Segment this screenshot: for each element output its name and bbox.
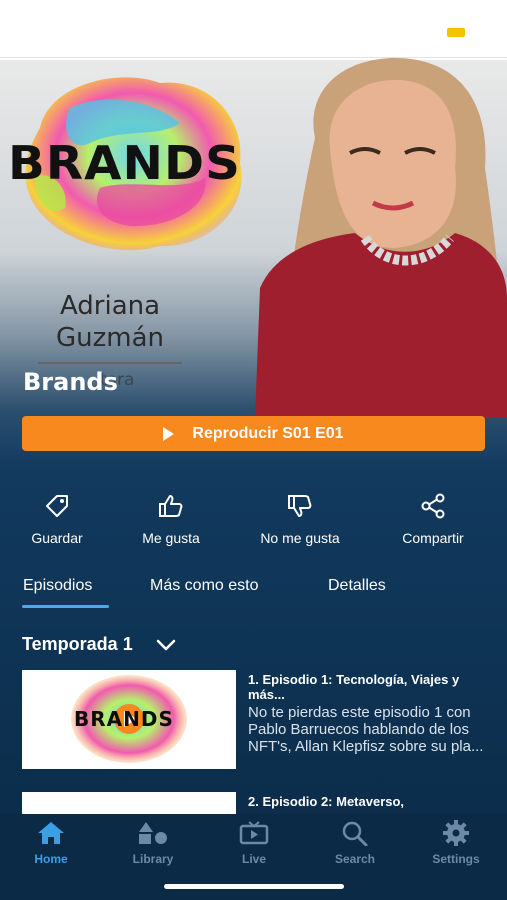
hero-banner: BRANDS Adriana Guzmán tora Brands <box>0 58 507 418</box>
tab-active-indicator <box>22 605 109 608</box>
tab-bar: Episodios Más como esto Detalles <box>0 575 507 615</box>
home-indicator[interactable] <box>164 884 344 889</box>
host-name-block: Adriana Guzmán <box>20 290 200 364</box>
nav-settings[interactable]: Settings <box>416 820 496 866</box>
episode-thumbnail-wordmark: BRANDS <box>74 707 174 731</box>
logo-wordmark: BRANDS <box>8 136 242 190</box>
save-label: Guardar <box>31 530 83 546</box>
divider <box>38 362 182 364</box>
nav-live[interactable]: Live <box>214 820 294 866</box>
nav-search-label: Search <box>334 852 376 866</box>
status-bar <box>0 0 507 58</box>
tab-details[interactable]: Detalles <box>328 577 386 595</box>
play-button[interactable]: Reproducir S01 E01 <box>22 416 485 451</box>
save-button[interactable]: Guardar <box>2 492 112 546</box>
nav-live-label: Live <box>241 852 266 866</box>
play-button-label: Reproducir S01 E01 <box>192 424 344 442</box>
app-screen: BRANDS Adriana Guzmán tora Brands Reprod… <box>0 0 507 900</box>
home-icon <box>38 822 64 844</box>
episode-title: 2. Episodio 2: Metaverso, <box>248 794 405 809</box>
nav-search[interactable]: Search <box>315 820 395 866</box>
search-icon <box>342 821 368 846</box>
tab-episodes[interactable]: Episodios <box>23 577 92 595</box>
nav-home[interactable]: Home <box>11 820 91 866</box>
show-title: Brands <box>23 368 118 396</box>
like-button[interactable]: Me gusta <box>116 492 226 546</box>
battery-icon <box>447 28 465 37</box>
tab-more-like-this[interactable]: Más como esto <box>150 577 258 595</box>
host-name-last: Guzmán <box>55 323 164 353</box>
episode-thumbnail[interactable] <box>22 792 236 814</box>
thumbs-up-icon <box>159 495 183 517</box>
nav-library[interactable]: Library <box>113 820 193 866</box>
tv-icon <box>239 821 269 845</box>
like-label: Me gusta <box>142 530 200 546</box>
nav-library-label: Library <box>132 852 174 866</box>
gear-icon <box>443 820 469 846</box>
nav-settings-label: Settings <box>432 852 480 866</box>
share-button[interactable]: Compartir <box>378 492 488 546</box>
dislike-label: No me gusta <box>260 530 340 546</box>
action-row: Guardar Me gusta No me gusta Compartir <box>0 492 507 552</box>
season-selector[interactable]: Temporada 1 <box>22 634 177 655</box>
thumbs-down-icon <box>288 495 312 517</box>
season-label: Temporada 1 <box>22 634 133 654</box>
tag-icon <box>46 495 68 517</box>
nav-home-label: Home <box>34 852 68 866</box>
dislike-button[interactable]: No me gusta <box>245 492 355 546</box>
chevron-down-icon <box>156 639 175 650</box>
host-photo <box>255 58 507 418</box>
play-icon <box>163 426 175 441</box>
library-icon <box>139 822 167 844</box>
host-name-first: Adriana <box>59 291 161 321</box>
episode-thumbnail[interactable]: BRANDS <box>22 670 236 769</box>
episode-title: 1. Episodio 1: Tecnología, Viajes y más.… <box>248 672 460 702</box>
share-icon <box>421 493 445 519</box>
share-label: Compartir <box>402 530 464 546</box>
episode-description: No te pierdas este episodio 1 con Pablo … <box>248 704 484 755</box>
episode-item[interactable]: BRANDS 1. Episodio 1: Tecnología, Viajes… <box>22 670 487 770</box>
